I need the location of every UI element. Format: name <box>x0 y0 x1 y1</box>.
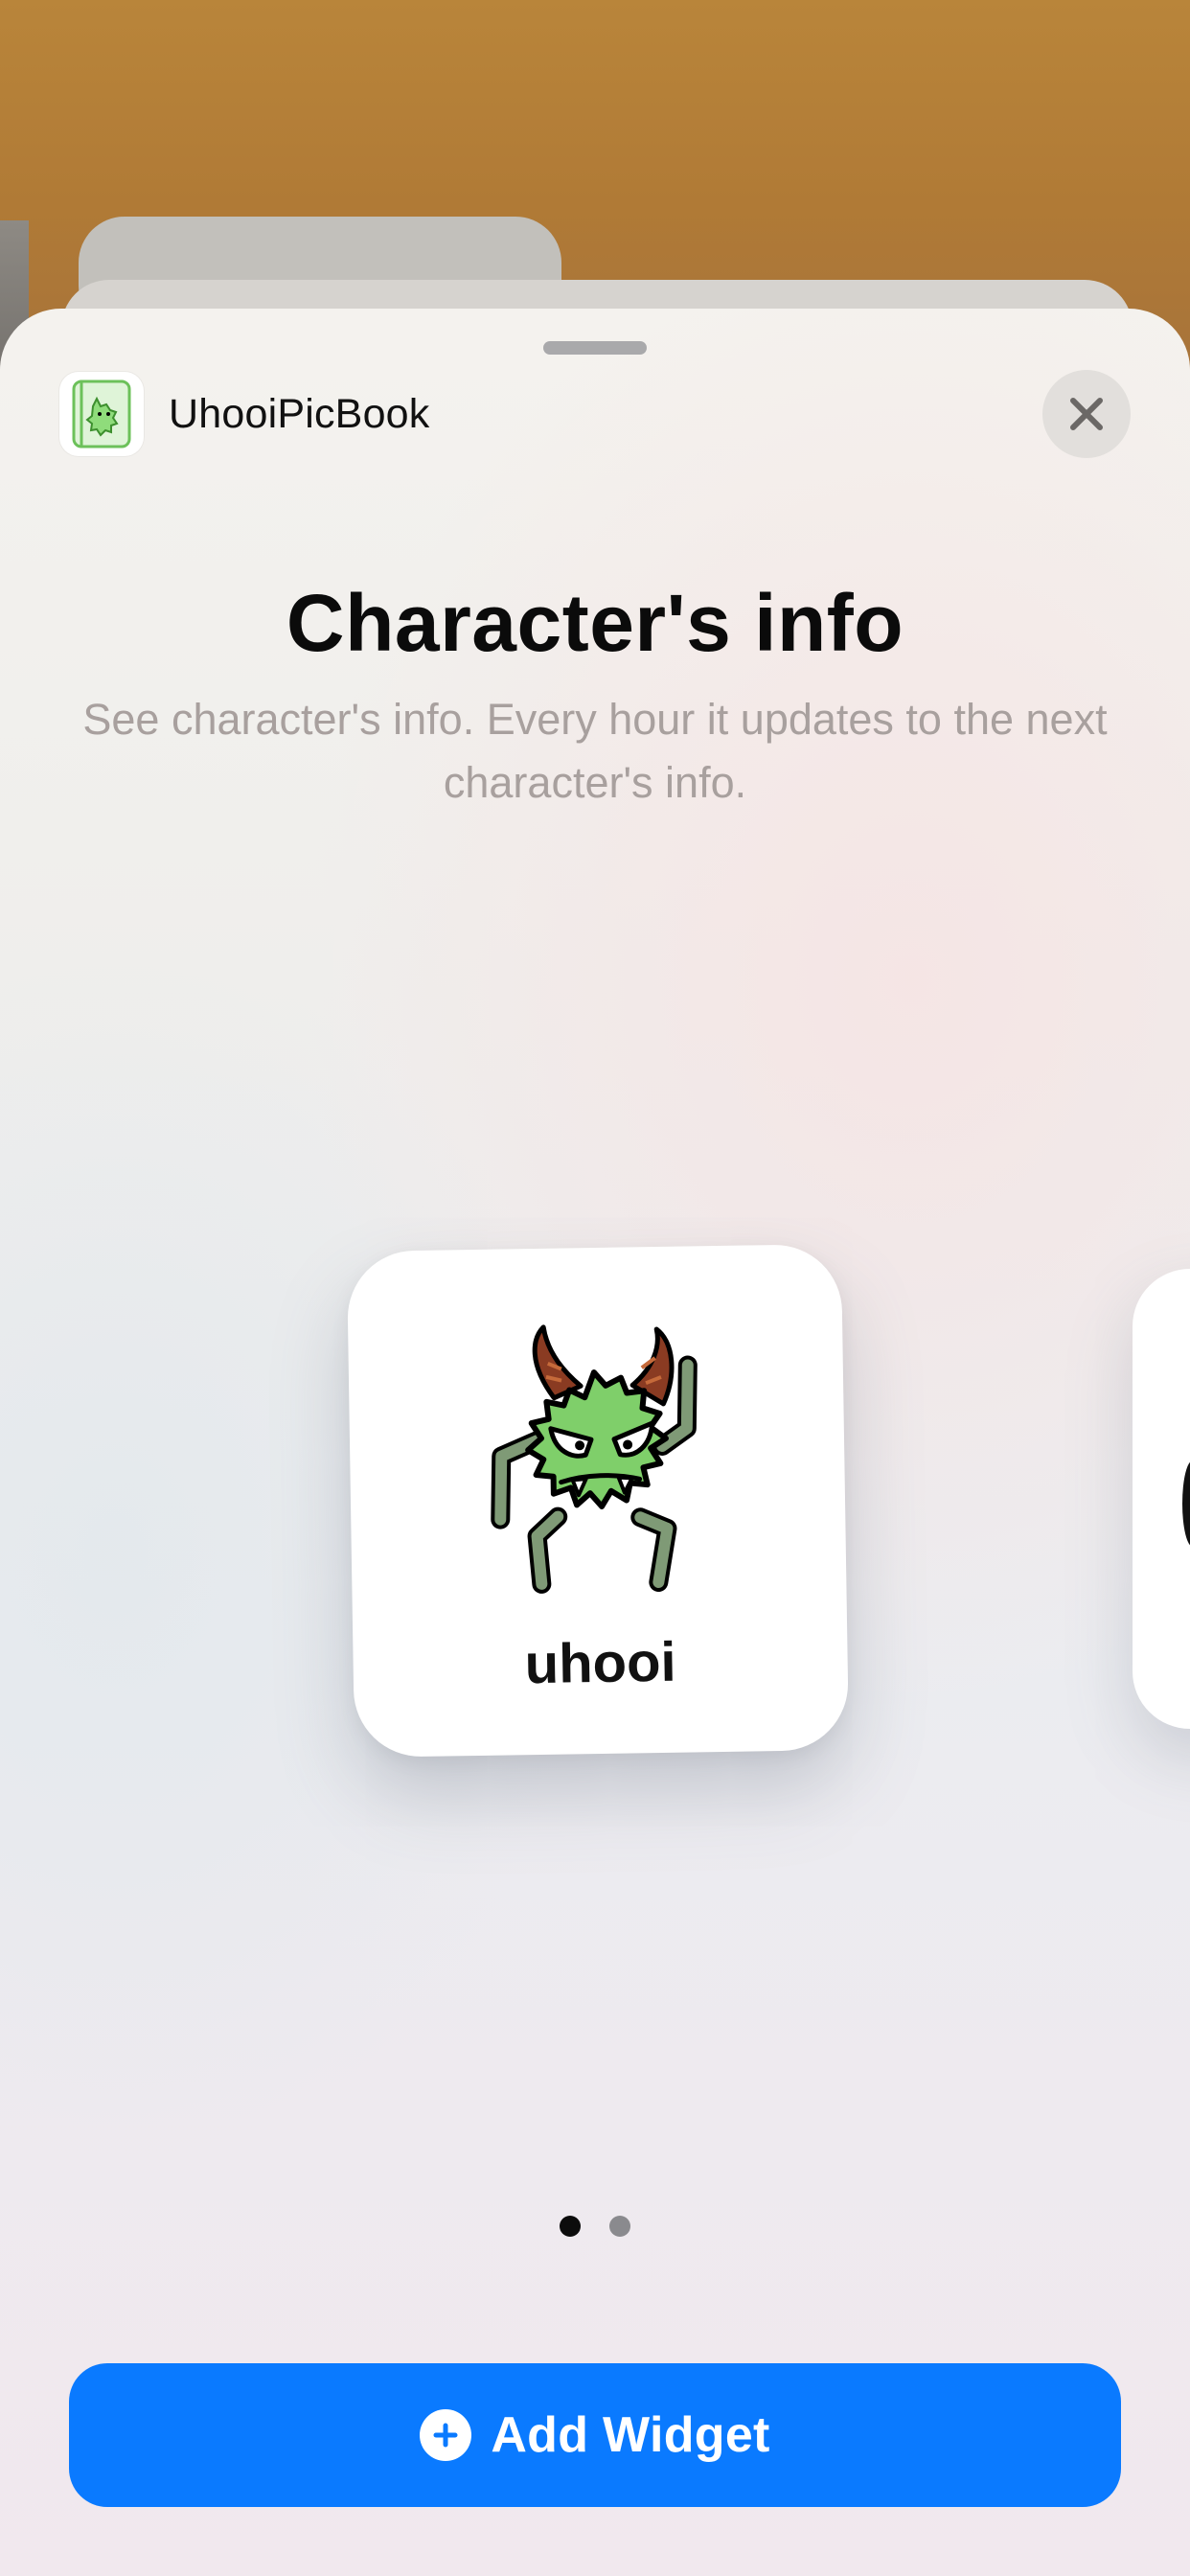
green-monster-illustration <box>491 1324 698 1594</box>
page-dot-1[interactable] <box>560 2216 581 2237</box>
widget-gallery-sheet: UhooiPicBook Character's info See charac… <box>0 309 1190 2576</box>
next-widget-art-peek <box>1182 1460 1190 1547</box>
plus-circle-icon <box>420 2409 472 2461</box>
page-indicator[interactable] <box>0 2216 1190 2239</box>
uhooi-app-icon <box>59 372 144 456</box>
close-icon <box>1070 398 1103 430</box>
add-widget-button[interactable]: Add Widget <box>69 2363 1121 2507</box>
close-button[interactable] <box>1042 370 1131 458</box>
app-name: UhooiPicBook <box>169 390 430 437</box>
add-widget-label: Add Widget <box>491 2407 770 2463</box>
app-header: UhooiPicBook <box>59 370 430 458</box>
sheet-grabber[interactable] <box>543 341 647 355</box>
next-widget-preview-card[interactable] <box>1133 1269 1190 1729</box>
widget-title: Character's info <box>286 578 904 668</box>
character-name: uhooi <box>524 1630 677 1696</box>
page-dot-2[interactable] <box>609 2216 630 2237</box>
widget-description: See character's info. Every hour it upda… <box>82 695 1108 807</box>
widget-preview-card[interactable]: uhooi <box>346 1243 850 1759</box>
